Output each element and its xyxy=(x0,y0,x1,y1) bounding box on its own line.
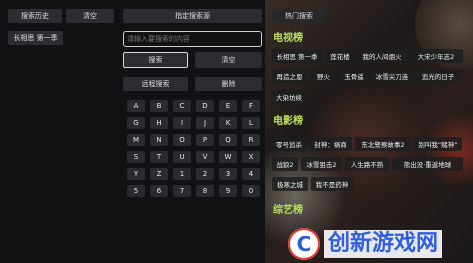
delete-button[interactable]: 删除 xyxy=(195,77,262,91)
key-F[interactable]: F xyxy=(242,100,260,112)
watermark-logo-icon: C xyxy=(288,227,320,260)
key-9[interactable]: 9 xyxy=(219,185,237,197)
key-P[interactable]: P xyxy=(196,134,214,146)
movie-item[interactable]: 熊出没·重返地球 xyxy=(392,157,463,171)
movie-section-title: 电影榜 xyxy=(273,116,303,127)
key-K[interactable]: K xyxy=(219,117,237,129)
key-I[interactable]: I xyxy=(173,117,191,129)
tv-item[interactable]: 冰雪尖刀连 xyxy=(371,69,413,83)
key-A[interactable]: A xyxy=(127,100,145,112)
movie-item[interactable]: 冰雪狙击2 xyxy=(301,157,342,171)
key-N[interactable]: N xyxy=(150,134,168,146)
tv-section-title: 电视榜 xyxy=(273,33,303,44)
key-U[interactable]: U xyxy=(173,151,191,163)
tv-item[interactable]: 追光的日子 xyxy=(416,69,460,83)
tv-item[interactable]: 野火 xyxy=(310,69,337,83)
key-V[interactable]: V xyxy=(196,151,214,163)
key-7[interactable]: 7 xyxy=(173,185,191,197)
hot-search-title: 热门搜索 xyxy=(272,9,326,23)
movie-item[interactable]: 极寒之城 xyxy=(272,177,308,191)
clear-input-button[interactable]: 清空 xyxy=(195,52,262,68)
variety-section-title: 综艺榜 xyxy=(273,205,303,216)
key-E[interactable]: E xyxy=(219,100,237,112)
key-Q[interactable]: Q xyxy=(219,134,237,146)
key-C[interactable]: C xyxy=(173,100,191,112)
key-T[interactable]: T xyxy=(150,151,168,163)
search-history-button[interactable]: 搜索历史 xyxy=(8,9,62,23)
key-W[interactable]: W xyxy=(219,151,237,163)
key-D[interactable]: D xyxy=(196,100,214,112)
key-G[interactable]: G xyxy=(127,117,145,129)
movie-item[interactable]: 我不是药神 xyxy=(311,177,353,191)
key-R[interactable]: R xyxy=(242,134,260,146)
tv-item[interactable]: 长相思 第一季 xyxy=(272,49,322,63)
search-source-button[interactable]: 指定搜索源 xyxy=(123,9,262,23)
movie-item[interactable]: 东北警察故事2 xyxy=(355,137,411,151)
remote-search-button[interactable]: 远程搜索 xyxy=(123,77,188,91)
key-J[interactable]: J xyxy=(196,117,214,129)
movie-item[interactable]: 战狼2 xyxy=(272,157,298,171)
tv-item[interactable]: 玉骨遥 xyxy=(340,69,368,83)
movie-item[interactable]: 别叫我“赌神” xyxy=(414,137,462,151)
history-item[interactable]: 长相思 第一季 xyxy=(8,31,63,45)
key-2[interactable]: 2 xyxy=(196,168,214,180)
movie-item[interactable]: 零号追杀 xyxy=(272,137,306,151)
watermark-text: 创新游戏网 xyxy=(324,229,443,258)
key-S[interactable]: S xyxy=(127,151,145,163)
search-button[interactable]: 搜索 xyxy=(123,52,188,68)
key-5[interactable]: 5 xyxy=(127,185,145,197)
key-B[interactable]: B xyxy=(150,100,168,112)
key-6[interactable]: 6 xyxy=(150,185,168,197)
key-Y[interactable]: Y xyxy=(127,168,145,180)
key-L[interactable]: L xyxy=(242,117,260,129)
key-M[interactable]: M xyxy=(127,134,145,146)
movie-item[interactable]: 人生路不熟 xyxy=(345,157,389,171)
key-3[interactable]: 3 xyxy=(219,168,237,180)
key-X[interactable]: X xyxy=(242,151,260,163)
key-1[interactable]: 1 xyxy=(173,168,191,180)
tv-item[interactable]: 莲花楼 xyxy=(325,49,355,63)
key-Z[interactable]: Z xyxy=(150,168,168,180)
tv-item[interactable]: 我的人间烟火 xyxy=(358,49,406,63)
tv-item[interactable]: 大染坊续 xyxy=(272,90,306,104)
tv-item[interactable]: 再造之恩 xyxy=(272,69,307,83)
key-O[interactable]: O xyxy=(173,134,191,146)
key-8[interactable]: 8 xyxy=(196,185,214,197)
key-H[interactable]: H xyxy=(150,117,168,129)
search-input-placeholder: 请输入要搜索的内容 xyxy=(127,35,190,43)
key-4[interactable]: 4 xyxy=(242,168,260,180)
key-0[interactable]: 0 xyxy=(242,185,260,197)
search-input[interactable]: 请输入要搜索的内容 xyxy=(123,31,262,47)
tv-item[interactable]: 大宋少年志2 xyxy=(409,49,463,63)
watermark: C 创新游戏网 xyxy=(288,224,473,263)
clear-history-button[interactable]: 清空 xyxy=(66,9,114,23)
movie-item[interactable]: 封神：祸商 xyxy=(309,137,352,151)
watermark-logo-letter: C xyxy=(296,231,312,256)
